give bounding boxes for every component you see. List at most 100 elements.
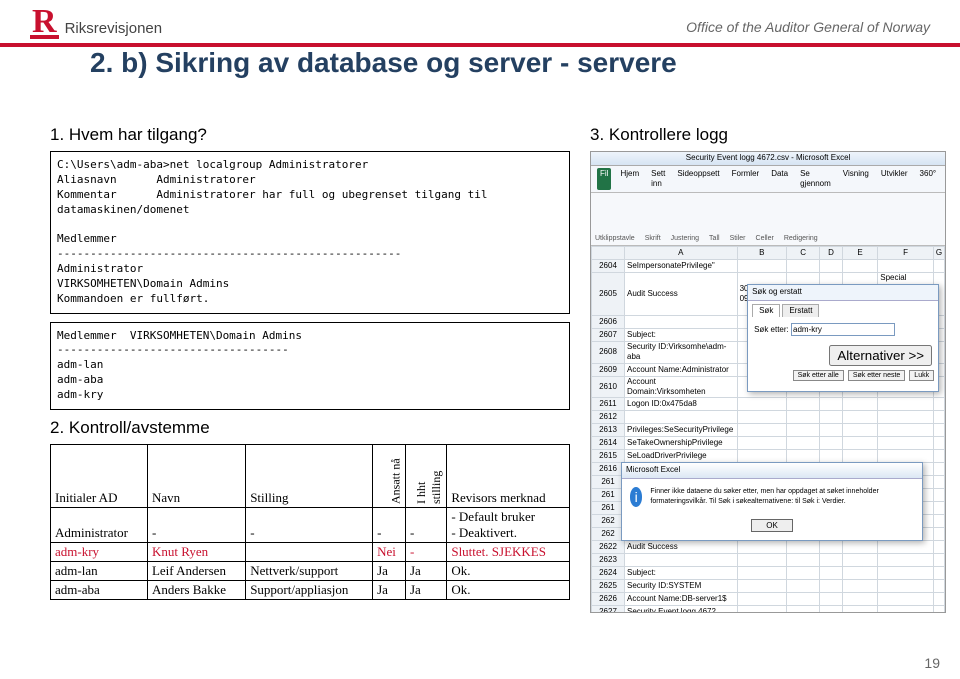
cell[interactable] [820, 398, 843, 411]
cell[interactable] [820, 593, 843, 606]
ribbon-tab[interactable]: Se gjennom [797, 168, 834, 191]
row-header[interactable]: 2614 [592, 437, 625, 450]
row-header[interactable]: 2623 [592, 554, 625, 567]
cell[interactable] [820, 580, 843, 593]
cell[interactable] [820, 411, 843, 424]
col-header[interactable]: D [820, 247, 843, 260]
cell[interactable] [878, 541, 934, 554]
cell[interactable] [878, 606, 934, 613]
row-header[interactable]: 2622 [592, 541, 625, 554]
cell[interactable]: Privileges:SeSecurityPrivilege [625, 424, 738, 437]
cell[interactable]: Account Name:DB-server1$ [625, 593, 738, 606]
cell[interactable] [933, 502, 944, 515]
cell[interactable] [625, 315, 738, 328]
options-button[interactable]: Alternativer >> [829, 345, 932, 366]
message-dialog[interactable]: Microsoft Excel i Finner ikke dataene du… [621, 462, 923, 540]
cell[interactable] [878, 260, 934, 273]
cell[interactable] [842, 437, 877, 450]
cell[interactable] [737, 398, 787, 411]
cell[interactable] [737, 606, 787, 613]
row-header[interactable]: 2610 [592, 376, 625, 398]
cell[interactable] [842, 567, 877, 580]
ribbon-tab[interactable]: Visning [840, 168, 872, 191]
cell[interactable] [842, 580, 877, 593]
cell[interactable] [737, 593, 787, 606]
cell[interactable] [820, 450, 843, 463]
cell[interactable] [933, 424, 944, 437]
cell[interactable] [820, 567, 843, 580]
cell[interactable] [842, 411, 877, 424]
tab-replace[interactable]: Erstatt [782, 304, 819, 317]
row-header[interactable]: 261 [592, 489, 625, 502]
cell[interactable] [842, 593, 877, 606]
row-header[interactable]: 2627 [592, 606, 625, 613]
cell[interactable] [933, 463, 944, 476]
cell[interactable] [933, 450, 944, 463]
cell[interactable] [933, 515, 944, 528]
cell[interactable] [933, 398, 944, 411]
ribbon-tab[interactable]: Formler [729, 168, 763, 191]
cell[interactable] [933, 580, 944, 593]
cell[interactable] [878, 424, 934, 437]
cell[interactable] [820, 260, 843, 273]
ribbon-tab[interactable]: Utvikler [878, 168, 911, 191]
cell[interactable] [787, 567, 820, 580]
cell[interactable] [842, 541, 877, 554]
find-all-button[interactable]: Søk etter alle [793, 370, 844, 381]
cell[interactable] [842, 554, 877, 567]
cell[interactable] [842, 260, 877, 273]
row-header[interactable]: 262 [592, 528, 625, 541]
cell[interactable] [933, 541, 944, 554]
cell[interactable]: Logon ID:0x475da8 [625, 398, 738, 411]
ribbon-tab[interactable]: Hjem [617, 168, 642, 191]
ribbon-tab[interactable]: Sideoppsett [674, 168, 722, 191]
cell[interactable] [933, 528, 944, 541]
ribbon-tab[interactable]: Data [768, 168, 791, 191]
cell[interactable]: Security Event logg 4672 [625, 606, 738, 613]
row-header[interactable]: 261 [592, 476, 625, 489]
cell[interactable] [878, 554, 934, 567]
ok-button[interactable]: OK [751, 519, 793, 532]
cell[interactable] [625, 554, 738, 567]
cell[interactable] [737, 424, 787, 437]
cell[interactable] [737, 437, 787, 450]
cell[interactable]: Audit Success [625, 273, 738, 316]
cell[interactable] [842, 398, 877, 411]
col-header[interactable]: F [878, 247, 934, 260]
find-replace-dialog[interactable]: Søk og erstatt Søk Erstatt Søk etter: Al… [747, 284, 939, 392]
cell[interactable] [787, 411, 820, 424]
cell[interactable] [820, 606, 843, 613]
cell[interactable] [737, 260, 787, 273]
cell[interactable] [842, 450, 877, 463]
cell[interactable] [933, 476, 944, 489]
cell[interactable]: SeLoadDriverPrivilege [625, 450, 738, 463]
cell[interactable] [933, 606, 944, 613]
col-header[interactable]: E [842, 247, 877, 260]
cell[interactable] [787, 398, 820, 411]
cell[interactable] [933, 411, 944, 424]
cell[interactable]: Account Domain:Virksomheten [625, 376, 738, 398]
cell[interactable] [878, 437, 934, 450]
col-header[interactable]: B [737, 247, 787, 260]
row-header[interactable]: 2604 [592, 260, 625, 273]
ribbon-tab[interactable]: Fil [597, 168, 611, 191]
cell[interactable] [787, 541, 820, 554]
cell[interactable] [933, 554, 944, 567]
cell[interactable] [842, 424, 877, 437]
cell[interactable] [878, 567, 934, 580]
cell[interactable]: Security ID:Virksomhe\adm-aba [625, 341, 738, 363]
col-header[interactable]: A [625, 247, 738, 260]
cell[interactable]: SeTakeOwnershipPrivilege [625, 437, 738, 450]
cell[interactable] [820, 424, 843, 437]
cell[interactable] [933, 260, 944, 273]
cell[interactable] [878, 580, 934, 593]
cell[interactable] [737, 450, 787, 463]
cell[interactable] [842, 606, 877, 613]
cell[interactable] [820, 541, 843, 554]
cell[interactable]: Subject: [625, 328, 738, 341]
cell[interactable] [878, 398, 934, 411]
cell[interactable] [787, 424, 820, 437]
cell[interactable]: SeImpersonatePrivilege" [625, 260, 738, 273]
cell[interactable]: Audit Success [625, 541, 738, 554]
cell[interactable] [625, 411, 738, 424]
